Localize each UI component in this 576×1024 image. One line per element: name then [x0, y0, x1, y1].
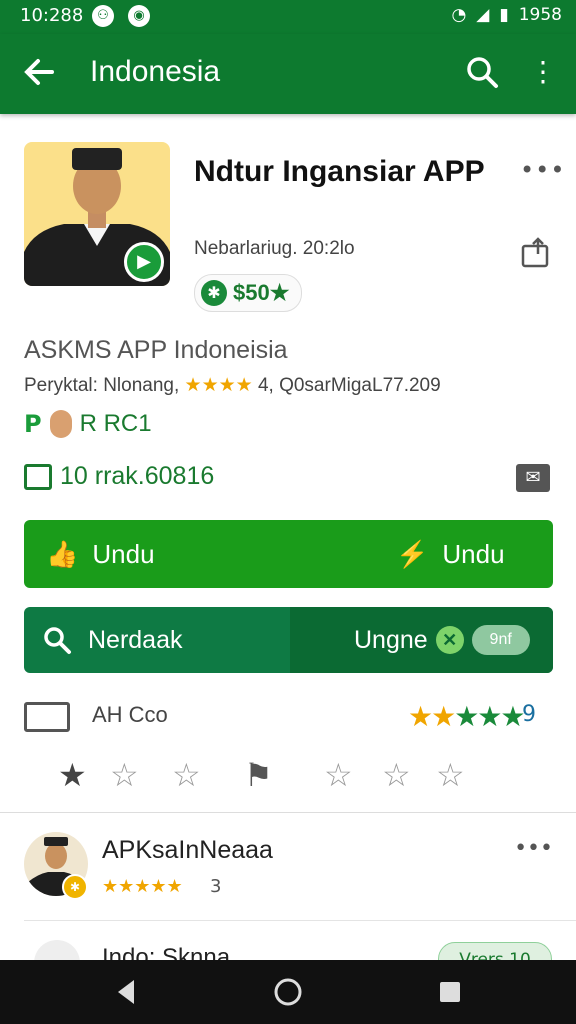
- secondary-button[interactable]: Nerdaak Ungne ✕ 9nf: [24, 607, 553, 673]
- play-icon: ▶: [124, 242, 164, 282]
- rating-label: AH Cco: [92, 702, 168, 727]
- search-icon[interactable]: [464, 54, 500, 90]
- meta-line: Peryktal: Nlonang, ★★★★ 4, Q0sarMigaL77.…: [24, 374, 441, 397]
- star-outline-icon[interactable]: ☆: [436, 756, 465, 794]
- verified-badge-icon: ✱: [62, 874, 88, 900]
- star-outline-icon[interactable]: ☆: [324, 756, 353, 794]
- install-button[interactable]: 👍 Undu ⚡ Undu: [24, 520, 553, 588]
- star-outline-icon[interactable]: ☆: [110, 756, 139, 794]
- meta-suffix: 4, Q0sarMigaL77.209: [257, 375, 441, 396]
- badge-icon: ✱: [201, 280, 227, 306]
- thumbs-up-icon: 👍: [46, 538, 79, 569]
- more-horiz-icon[interactable]: •••: [520, 156, 565, 184]
- rating-stars-green: ★★★: [454, 700, 525, 733]
- install-right[interactable]: ⚡ Undu: [396, 520, 505, 588]
- back-arrow-icon[interactable]: [22, 52, 58, 92]
- review-stars: ★★★★★: [102, 876, 183, 897]
- navigation-bar: [0, 960, 576, 1024]
- star-outline-icon[interactable]: ☆: [382, 756, 411, 794]
- rate-star-row[interactable]: ★ ☆ ☆ ⚑ ☆ ☆ ☆: [58, 756, 478, 796]
- notification-icon-2: ◉: [128, 5, 150, 27]
- review-count: 3: [210, 876, 222, 897]
- developer-name[interactable]: ASKMS APP Indoneisia: [24, 336, 288, 365]
- age-face-icon: [49, 410, 72, 438]
- app-name: Ndtur Ingansiar APP: [194, 155, 485, 188]
- star-outline-icon[interactable]: ☆: [172, 756, 201, 794]
- status-bar: 10:288 ⚇ ◉ ◔ ◢ ▮ 1958: [0, 0, 576, 34]
- install-right-label: Undu: [442, 538, 505, 569]
- install-left[interactable]: 👍 Undu: [46, 520, 155, 588]
- badge-text: R RC1: [79, 410, 152, 437]
- share-icon[interactable]: [520, 236, 552, 268]
- secondary-right-label: Ungne: [354, 625, 428, 654]
- rating-value: 9: [522, 702, 536, 727]
- downloads: 10 rrak.60816: [24, 462, 214, 491]
- rating-stars: ★★★★★: [408, 700, 526, 733]
- secondary-left-label: Nerdaak: [88, 625, 183, 654]
- review-name: APKsaInNeaaa: [102, 836, 273, 864]
- divider: [0, 812, 576, 813]
- nav-back-icon[interactable]: [110, 974, 146, 1010]
- nav-recent-icon[interactable]: [432, 974, 468, 1010]
- bolt-icon: ⚡: [396, 538, 429, 569]
- downloads-text: 10 rrak.60816: [60, 462, 215, 490]
- more-vert-icon[interactable]: ⋮: [528, 52, 558, 92]
- status-right-text: 1958: [518, 5, 562, 25]
- more-horiz-icon[interactable]: •••: [514, 836, 553, 861]
- secondary-pill: 9nf: [471, 625, 530, 655]
- review-item[interactable]: ✱ APKsaInNeaaa ★★★★★ 3 •••: [24, 830, 553, 910]
- secondary-left[interactable]: Nerdaak: [42, 607, 183, 673]
- app-subtitle: Nebarlariug. 20:2lo: [194, 238, 355, 259]
- price-text: $50★: [233, 280, 290, 305]
- nav-home-icon[interactable]: [270, 974, 306, 1010]
- price-pill[interactable]: ✱ $50★: [194, 274, 303, 312]
- rating-row: AH Cco ★★★★★ 9: [24, 700, 553, 736]
- battery-icon: ▮: [499, 5, 509, 25]
- search-icon-button: [44, 627, 71, 654]
- star-filled-icon[interactable]: ★: [58, 756, 87, 794]
- pg-rating-icon: P: [24, 410, 42, 438]
- app-icon[interactable]: ▶: [24, 142, 170, 286]
- status-time: 10:288: [20, 5, 84, 26]
- status-right: ◔ ◢ ▮ 1958: [451, 5, 562, 25]
- flag-icon[interactable]: ⚑: [244, 756, 273, 794]
- page-title: Indonesia: [90, 55, 221, 88]
- app-bar: Indonesia ⋮: [0, 34, 576, 114]
- secondary-right[interactable]: Ungne ✕ 9nf: [354, 607, 530, 673]
- meta-stars: ★★★★: [184, 375, 253, 396]
- badge-row: P R RC1: [24, 410, 152, 438]
- signal-icon: ◢: [476, 5, 490, 25]
- meta-prefix: Peryktal: Nlonang,: [24, 375, 180, 396]
- install-left-label: Undu: [92, 538, 155, 569]
- rating-stars-gold: ★★: [408, 700, 456, 733]
- divider: [24, 920, 576, 921]
- notification-icon: ⚇: [92, 5, 114, 27]
- mail-icon[interactable]: ✉: [516, 464, 550, 492]
- close-icon: ✕: [435, 626, 464, 654]
- download-box-icon: [24, 463, 52, 490]
- wifi-icon: ◔: [451, 5, 467, 25]
- device-icon: [24, 702, 70, 732]
